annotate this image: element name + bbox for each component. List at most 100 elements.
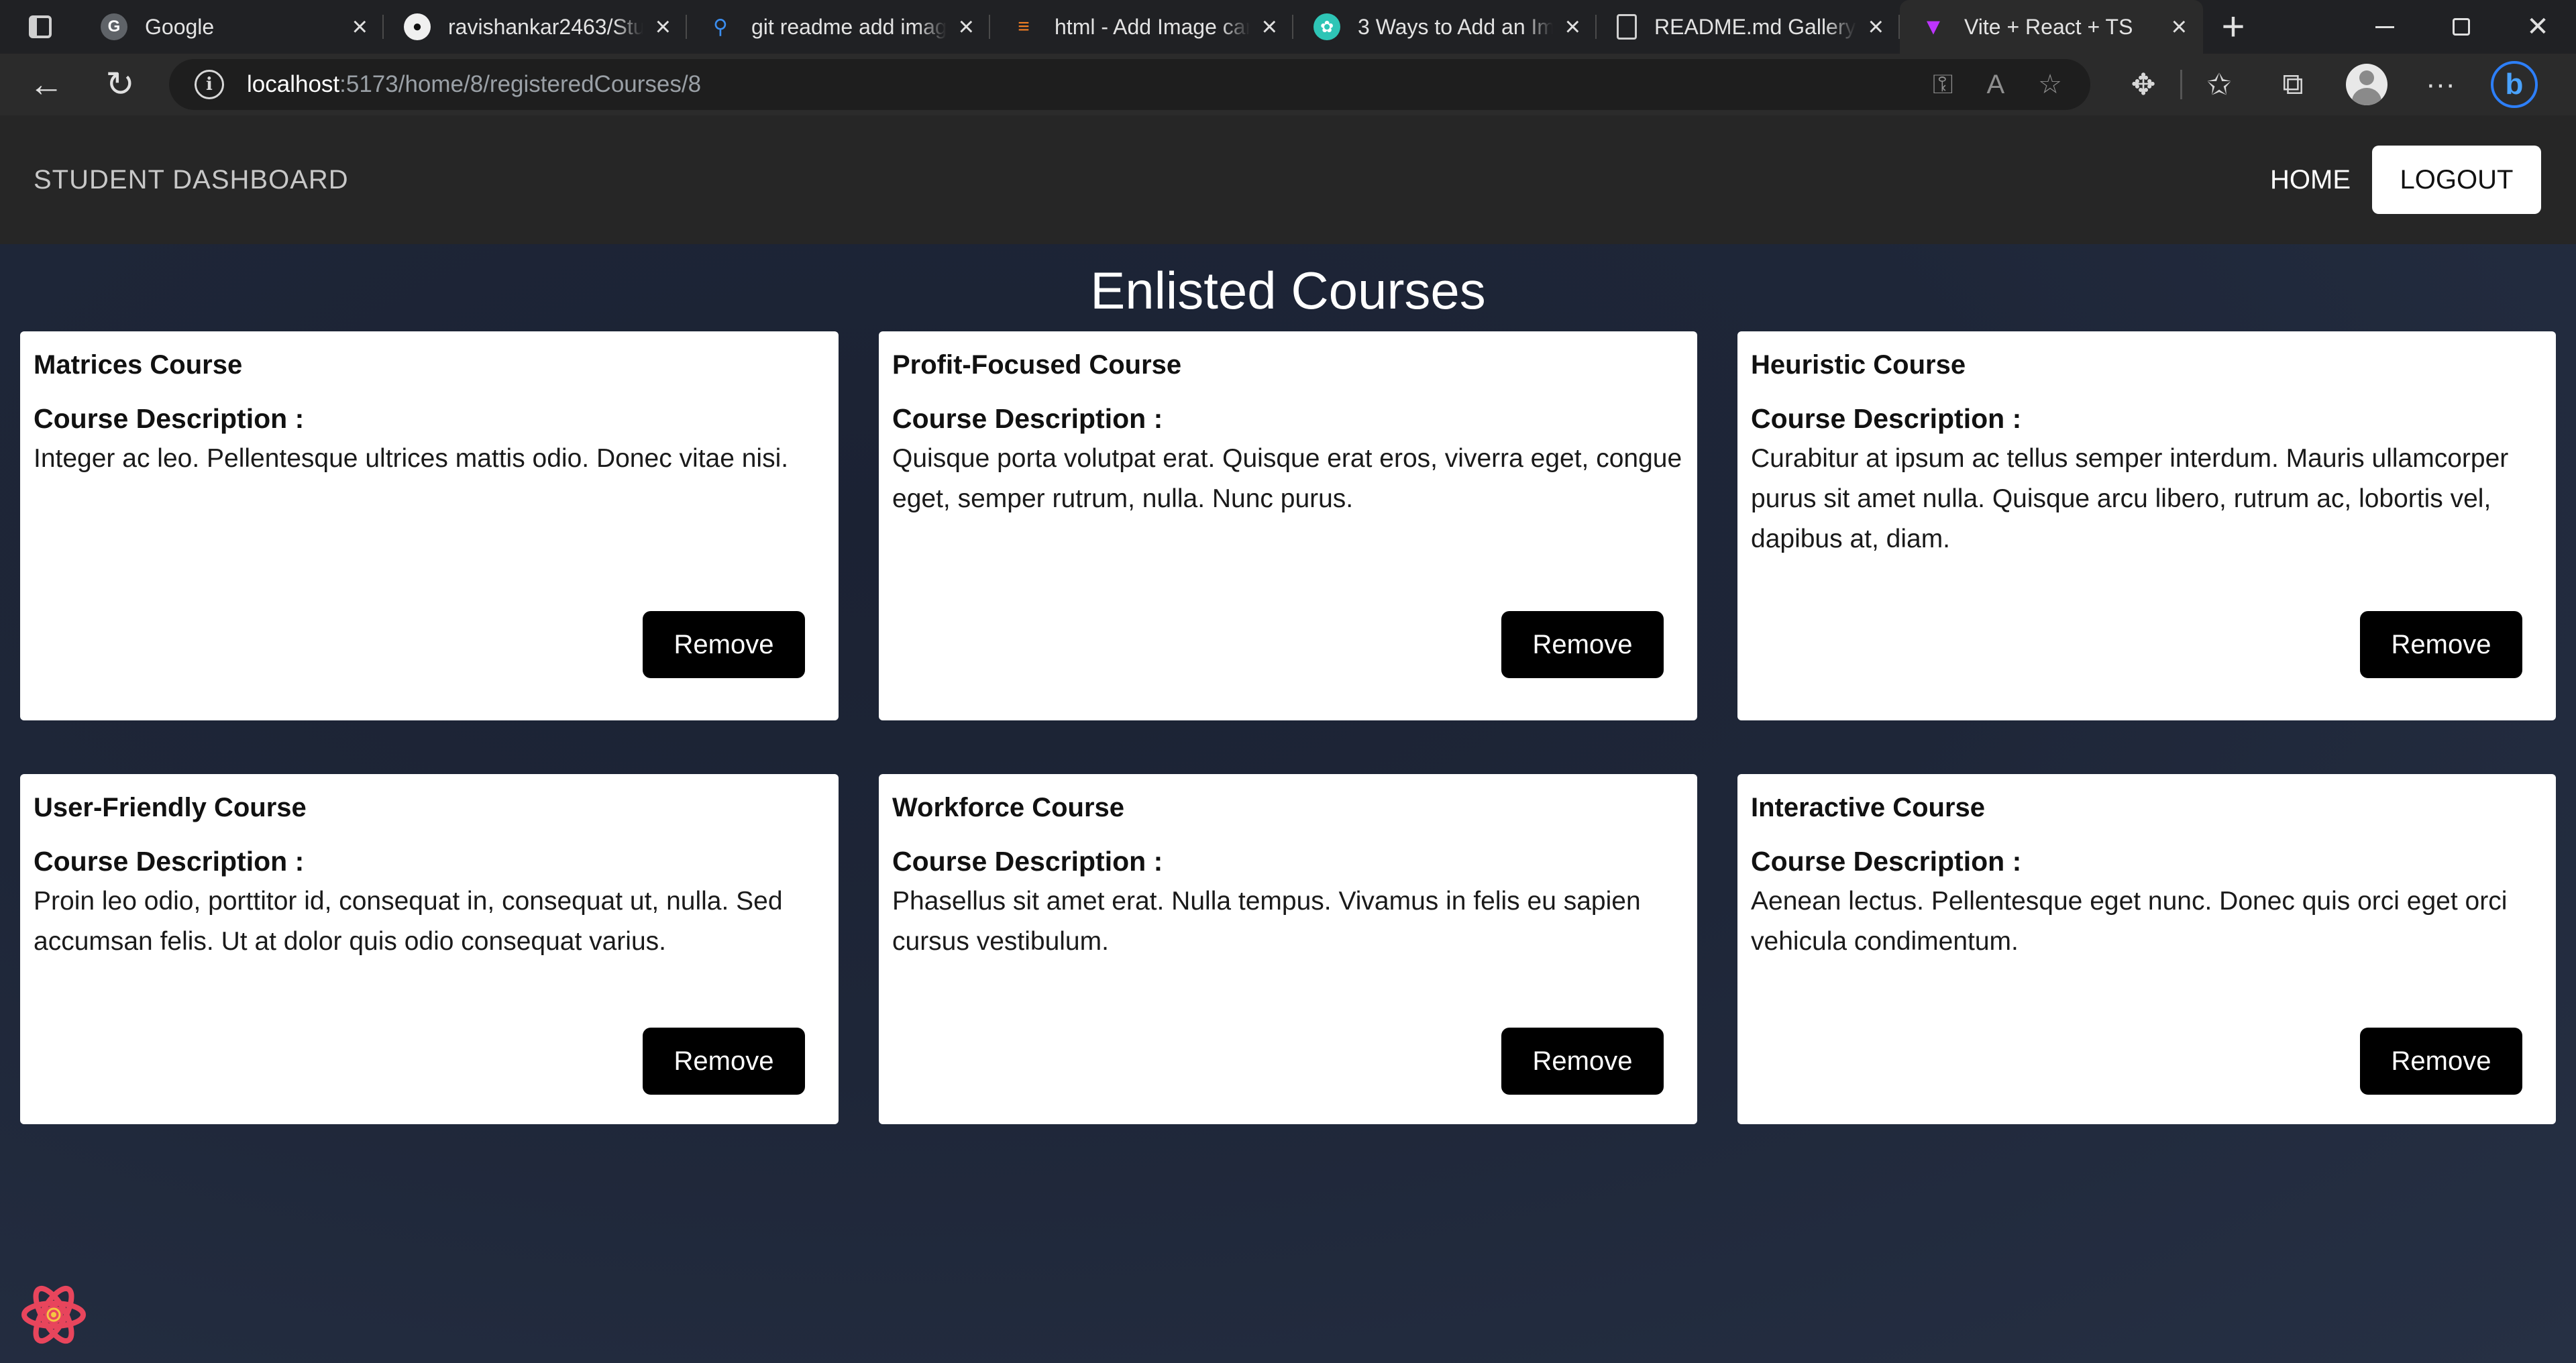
avatar	[2346, 64, 2387, 105]
remove-button[interactable]: Remove	[1501, 1028, 1664, 1095]
course-card: Matrices Course Course Description : Int…	[20, 331, 839, 720]
course-title: Profit-Focused Course	[892, 350, 1182, 380]
description-label: Course Description :	[1751, 403, 2022, 434]
close-tab-icon[interactable]: ×	[1868, 13, 1884, 40]
restore-button[interactable]	[2423, 0, 2500, 54]
new-tab-button[interactable]: +	[2203, 0, 2263, 54]
course-card: Heuristic Course Course Description : Cu…	[1737, 331, 2556, 720]
close-tab-icon[interactable]: ×	[1565, 13, 1580, 40]
close-tab-icon[interactable]: ×	[959, 13, 974, 40]
description-label: Course Description :	[34, 403, 305, 434]
close-tab-icon[interactable]: ×	[2171, 13, 2187, 40]
more-options-button[interactable]: ···	[2404, 54, 2477, 115]
header-nav: HOME LOGOUT	[2270, 146, 2541, 214]
add-favorite-icon[interactable]: ☆	[2038, 69, 2062, 100]
course-description: Proin leo odio, porttitor id, consequat …	[34, 887, 783, 956]
address-bar[interactable]: i localhost:5173/home/8/registeredCourse…	[169, 59, 2090, 110]
course-description: Integer ac leo. Pellentesque ultrices ma…	[34, 444, 789, 473]
remove-button[interactable]: Remove	[2360, 1028, 2522, 1095]
app-navbar: STUDENT DASHBOARD HOME LOGOUT	[0, 115, 2576, 244]
description-label: Course Description :	[892, 846, 1163, 877]
url-host: localhost	[247, 71, 340, 97]
description-label: Course Description :	[34, 846, 305, 877]
minimize-button[interactable]	[2347, 0, 2423, 54]
back-button[interactable]: ←	[9, 54, 83, 115]
browser-tab-bar: G Google × ● ravishankar2463/StudentCour…	[0, 0, 2576, 54]
puzzle-icon: ✥	[2131, 68, 2156, 101]
close-tab-icon[interactable]: ×	[352, 13, 368, 40]
browser-tab-hashnode[interactable]: ✿ 3 Ways to Add an Image to GitHub ×	[1293, 0, 1597, 54]
window-controls: ✕	[2347, 0, 2576, 54]
course-description: Curabitur at ipsum ac tellus semper inte…	[1751, 444, 2509, 553]
favorites-icon: ✩	[2206, 68, 2232, 101]
tab-title: git readme add image - Search	[751, 14, 947, 39]
close-tab-icon[interactable]: ×	[1262, 13, 1277, 40]
browser-tab-vite[interactable]: ▼ Vite + React + TS ×	[1900, 0, 2203, 54]
bing-icon: b	[2491, 61, 2538, 108]
description-label: Course Description :	[1751, 846, 2022, 877]
vite-icon: ▼	[1922, 13, 1945, 40]
remove-button[interactable]: Remove	[643, 611, 805, 678]
reload-button[interactable]: ↻	[83, 54, 157, 115]
key-icon[interactable]: ⚿	[1933, 70, 1953, 100]
description-label: Course Description :	[892, 403, 1163, 434]
app-brand[interactable]: STUDENT DASHBOARD	[34, 165, 349, 195]
course-description: Quisque porta volutpat erat. Quisque era…	[892, 444, 1682, 513]
course-card: Profit-Focused Course Course Description…	[879, 331, 1697, 720]
tab-actions-icon	[29, 15, 52, 38]
course-description: Aenean lectus. Pellentesque eget nunc. D…	[1751, 887, 2508, 956]
close-window-button[interactable]: ✕	[2500, 0, 2576, 54]
remove-button[interactable]: Remove	[643, 1028, 805, 1095]
github-icon: ●	[404, 13, 431, 40]
collections-button[interactable]: ⧉	[2256, 54, 2330, 115]
browser-tab-google[interactable]: G Google ×	[80, 0, 384, 54]
browser-tab-search[interactable]: ⚲ git readme add image - Search ×	[687, 0, 990, 54]
course-card: Workforce Course Course Description : Ph…	[879, 774, 1697, 1124]
home-link[interactable]: HOME	[2270, 165, 2351, 195]
back-arrow-icon: ←	[29, 65, 64, 104]
collections-icon: ⧉	[2282, 68, 2304, 101]
read-aloud-icon[interactable]: A	[1986, 70, 2004, 100]
document-icon	[1617, 14, 1637, 40]
hashnode-icon: ✿	[1313, 13, 1340, 40]
reload-icon: ↻	[105, 65, 135, 104]
course-title: Interactive Course	[1751, 793, 1986, 822]
minimize-icon	[2375, 25, 2394, 28]
copilot-button[interactable]: b	[2477, 54, 2551, 115]
logout-button[interactable]: LOGOUT	[2372, 146, 2541, 214]
page-title: Enlisted Courses	[1090, 261, 1486, 320]
browser-tab-readme[interactable]: README.md Gallery Cards ×	[1597, 0, 1900, 54]
close-icon: ✕	[2526, 12, 2549, 42]
browser-toolbar: ✥ ✩ ⧉ ··· b	[2106, 54, 2551, 115]
tab-actions-button[interactable]	[0, 0, 80, 54]
close-tab-icon[interactable]: ×	[655, 13, 671, 40]
info-icon[interactable]: i	[195, 70, 224, 99]
extensions-button[interactable]: ✥	[2106, 54, 2180, 115]
remove-button[interactable]: Remove	[1501, 611, 1664, 678]
course-title: Heuristic Course	[1751, 350, 1966, 380]
course-title: Workforce Course	[892, 793, 1125, 822]
more-icon: ···	[2426, 68, 2455, 101]
tab-title: Google	[145, 14, 215, 39]
tab-title: ravishankar2463/StudentCourseRegistratio…	[448, 14, 643, 39]
profile-button[interactable]	[2330, 54, 2404, 115]
search-icon: ⚲	[713, 15, 728, 38]
stackoverflow-icon: ≡	[1018, 15, 1030, 38]
restore-icon	[2453, 18, 2470, 36]
react-devtools-icon[interactable]	[20, 1281, 87, 1348]
tab-title: 3 Ways to Add an Image to GitHub	[1358, 14, 1553, 39]
browser-tab-stackoverflow[interactable]: ≡ html - Add Image card to README ×	[990, 0, 1293, 54]
remove-button[interactable]: Remove	[2360, 611, 2522, 678]
course-title: User-Friendly Course	[34, 793, 307, 822]
course-card: User-Friendly Course Course Description …	[20, 774, 839, 1124]
url-text[interactable]: localhost:5173/home/8/registeredCourses/…	[247, 71, 701, 98]
url-path: :5173/home/8/registeredCourses/8	[339, 71, 702, 97]
course-description: Phasellus sit amet erat. Nulla tempus. V…	[892, 887, 1641, 956]
browser-tab-github[interactable]: ● ravishankar2463/StudentCourseRegistrat…	[384, 0, 687, 54]
course-title: Matrices Course	[34, 350, 243, 380]
tab-title: html - Add Image card to README	[1055, 14, 1250, 39]
tab-title: README.md Gallery Cards	[1654, 14, 1856, 39]
favorites-button[interactable]: ✩	[2182, 54, 2256, 115]
address-bar-actions: ⚿ A ☆	[1933, 69, 2062, 100]
course-card: Interactive Course Course Description : …	[1737, 774, 2556, 1124]
